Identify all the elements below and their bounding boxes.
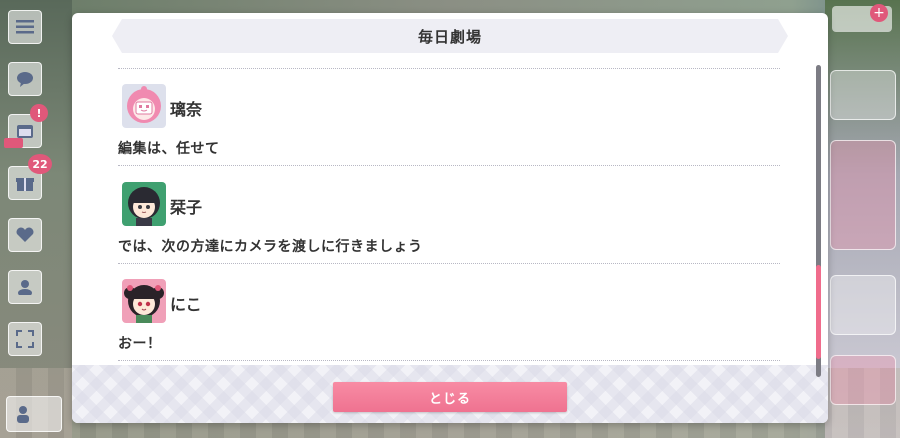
divider: [118, 263, 780, 264]
rina-avatar-icon: [122, 84, 166, 128]
right-banner-join[interactable]: [830, 275, 896, 335]
fullscreen-icon: [16, 330, 34, 348]
present-count-badge: 22: [28, 154, 52, 174]
divider: [118, 68, 780, 69]
daily-theater-dialog: 毎日劇場 璃奈 編集は、任せて 栞子 では、次の方達にカメラを渡しに行きましょう…: [72, 13, 828, 423]
hamburger-icon: [16, 20, 34, 34]
speaker-name: 璃奈: [170, 100, 203, 119]
right-banner-top[interactable]: [830, 70, 896, 120]
group-icon: [18, 280, 32, 295]
favorite-button[interactable]: [8, 218, 42, 252]
dialog-line: では、次の方達にカメラを渡しに行きましょう: [118, 239, 423, 255]
gift-icon: [16, 178, 34, 191]
dialog-content: 璃奈 編集は、任せて 栞子 では、次の方達にカメラを渡しに行きましょう にこ お…: [118, 68, 780, 373]
right-banner-event[interactable]: [830, 140, 896, 250]
nico-avatar-icon: [122, 279, 166, 323]
speaker-name: にこ: [170, 295, 202, 314]
member-button[interactable]: [8, 270, 42, 304]
scrollbar-thumb[interactable]: [816, 265, 821, 359]
chat-button[interactable]: [8, 62, 42, 96]
event-tag: [4, 138, 24, 148]
add-currency-button[interactable]: +: [870, 4, 888, 22]
shioriko-avatar-icon: [122, 182, 166, 226]
close-button[interactable]: とじる: [333, 382, 567, 412]
divider: [118, 360, 780, 361]
heart-icon: [16, 227, 34, 242]
dialog-line: おー！: [118, 336, 162, 352]
speech-bubble-icon: [17, 72, 33, 87]
dialog-line: 編集は、任せて: [118, 141, 220, 157]
divider: [118, 165, 780, 166]
person-icon: [17, 406, 29, 423]
right-banner-bottom[interactable]: [830, 355, 896, 405]
calendar-icon: [17, 125, 33, 138]
menu-button[interactable]: [8, 10, 42, 44]
story-button[interactable]: [6, 396, 62, 432]
dialog-title: 毎日劇場: [417, 27, 482, 46]
speaker-name: 栞子: [170, 198, 203, 217]
dialog-header: 毎日劇場: [112, 19, 788, 53]
alert-badge: !: [30, 104, 48, 122]
fullscreen-button[interactable]: [8, 322, 42, 356]
